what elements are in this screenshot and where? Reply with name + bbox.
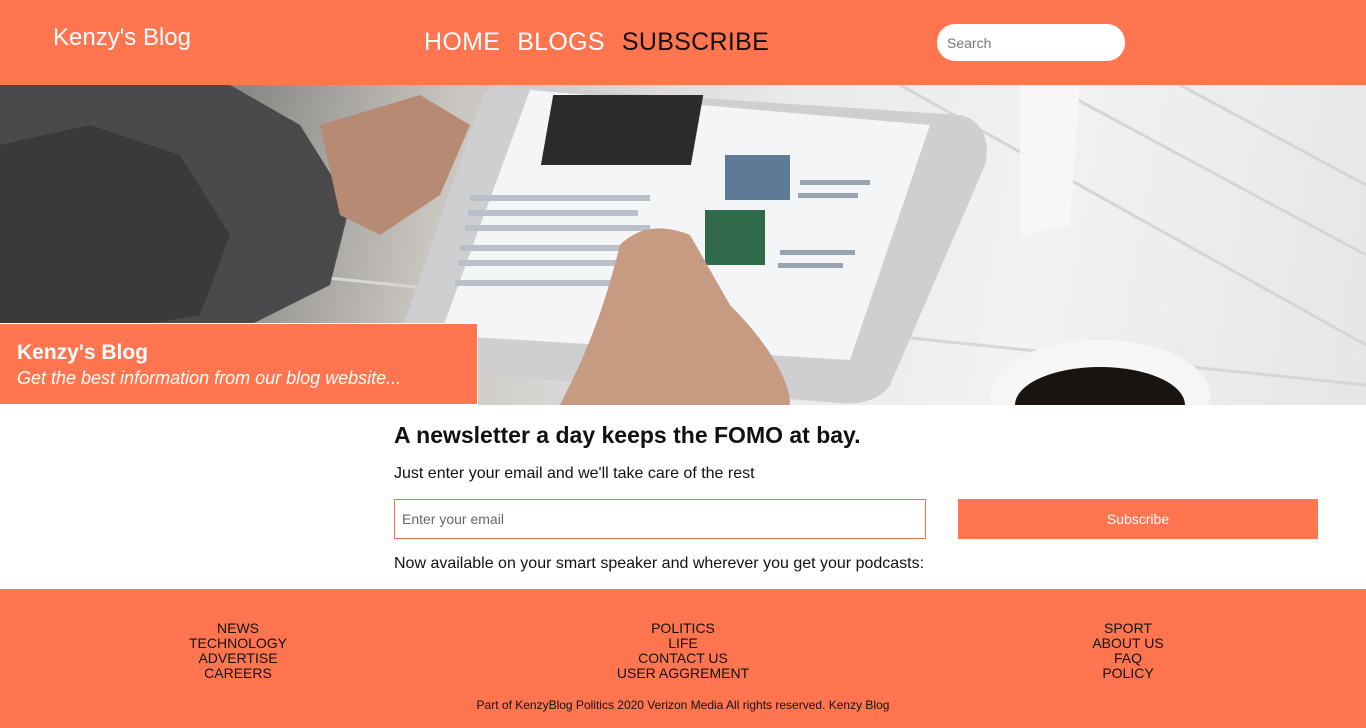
nav-home-link[interactable]: HOME: [424, 28, 500, 57]
site-brand[interactable]: Kenzy's Blog: [53, 24, 191, 52]
search-input[interactable]: [937, 24, 1125, 61]
footer-link-politics[interactable]: POLITICS: [651, 621, 715, 636]
footer-link-sport[interactable]: SPORT: [1104, 621, 1152, 636]
newsletter-heading: A newsletter a day keeps the FOMO at bay…: [394, 422, 861, 448]
footer-link-advertise[interactable]: ADVERTISE: [198, 651, 277, 666]
hero-banner: Kenzy's Blog Get the best information fr…: [0, 85, 1366, 405]
newsletter-description: Just enter your email and we'll take car…: [394, 465, 755, 482]
subscribe-button[interactable]: Subscribe: [958, 499, 1318, 539]
site-footer: NEWS TECHNOLOGY ADVERTISE CAREERS POLITI…: [0, 589, 1366, 728]
footer-link-careers[interactable]: CAREERS: [204, 666, 272, 681]
footer-link-about-us[interactable]: ABOUT US: [1092, 636, 1163, 651]
footer-link-contact-us[interactable]: CONTACT US: [638, 651, 728, 666]
hero-subtitle: Get the best information from our blog w…: [17, 368, 402, 388]
footer-link-policy[interactable]: POLICY: [1102, 666, 1153, 681]
footer-column-1: NEWS TECHNOLOGY ADVERTISE CAREERS: [118, 621, 358, 681]
footer-column-2: POLITICS LIFE CONTACT US USER AGGREMENT: [563, 621, 803, 681]
nav-subscribe-link[interactable]: SUBSCRIBE: [622, 28, 769, 57]
email-field[interactable]: [394, 499, 926, 539]
nav-blogs-link[interactable]: BLOGS: [517, 28, 605, 57]
podcast-note: Now available on your smart speaker and …: [394, 555, 925, 572]
main-nav: HOME BLOGS SUBSCRIBE: [424, 28, 769, 57]
footer-link-faq[interactable]: FAQ: [1114, 651, 1142, 666]
footer-column-3: SPORT ABOUT US FAQ POLICY: [1008, 621, 1248, 681]
footer-link-technology[interactable]: TECHNOLOGY: [189, 636, 287, 651]
site-header: Kenzy's Blog HOME BLOGS SUBSCRIBE: [0, 0, 1366, 85]
hero-title: Kenzy's Blog: [17, 341, 149, 364]
footer-link-user-agreement[interactable]: USER AGGREMENT: [617, 666, 749, 681]
hero-caption: Kenzy's Blog Get the best information fr…: [0, 323, 478, 405]
copyright-text: Part of KenzyBlog Politics 2020 Verizon …: [476, 698, 890, 712]
footer-link-news[interactable]: NEWS: [217, 621, 259, 636]
footer-link-life[interactable]: LIFE: [668, 636, 698, 651]
